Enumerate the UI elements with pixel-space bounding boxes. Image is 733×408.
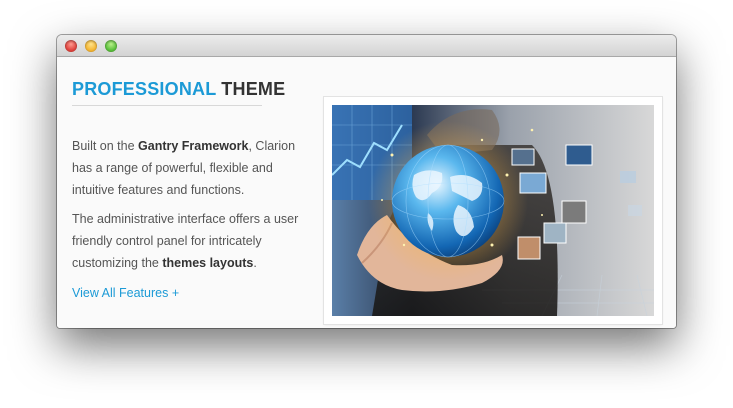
content-area: PROFESSIONAL THEME Built on the Gantry F…: [57, 57, 676, 328]
para2-bold: themes layouts: [162, 256, 254, 270]
admin-paragraph: The administrative interface offers a us…: [72, 208, 312, 274]
view-all-features-link[interactable]: View All Features +: [72, 286, 179, 300]
feature-image: [332, 105, 654, 316]
heading-divider: [72, 105, 262, 106]
para2-text-end: .: [253, 256, 257, 270]
heading-rest: THEME: [221, 79, 286, 99]
section-heading: PROFESSIONAL THEME: [72, 79, 285, 100]
title-bar[interactable]: [57, 35, 676, 57]
intro-paragraph: Built on the Gantry Framework, Clarion h…: [72, 135, 312, 201]
minimize-button[interactable]: [85, 40, 97, 52]
para1-bold: Gantry Framework: [138, 139, 249, 153]
app-window: PROFESSIONAL THEME Built on the Gantry F…: [57, 35, 676, 328]
para1-text-start: Built on the: [72, 139, 139, 153]
maximize-button[interactable]: [105, 40, 117, 52]
heading-accent: PROFESSIONAL: [72, 79, 217, 99]
feature-image-frame: [324, 97, 662, 324]
close-button[interactable]: [65, 40, 77, 52]
